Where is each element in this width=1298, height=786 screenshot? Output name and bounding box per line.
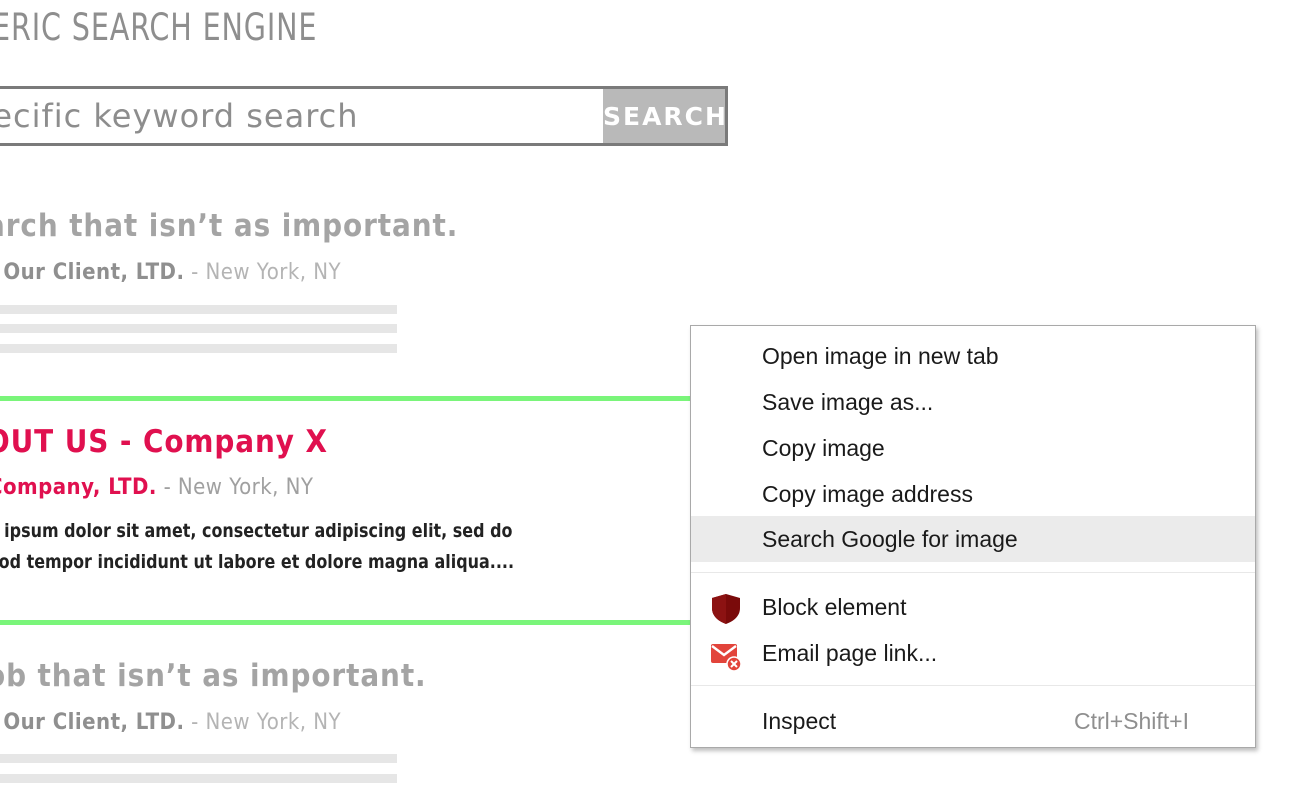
menu-item-email-page-link[interactable]: Email page link... <box>691 631 1255 677</box>
menu-item-label: Email page link... <box>762 640 938 666</box>
menu-item-label: Inspect <box>762 708 837 734</box>
menu-item-label: Open image in new tab <box>762 343 999 369</box>
search-button[interactable]: SEARCH <box>603 89 726 143</box>
featured-result-company: Company, LTD. <box>0 475 157 500</box>
placeholder-line <box>0 754 397 763</box>
menu-item-label: Search Google for image <box>762 526 1018 552</box>
featured-result-meta: Company, LTD. - New York, NY <box>0 475 313 500</box>
placeholder-line <box>0 774 397 783</box>
result-meta: ’ Our Client, LTD. - New York, NY <box>0 260 341 285</box>
featured-rule-top <box>0 396 692 401</box>
menu-item-inspect[interactable]: Inspect Ctrl+Shift+I <box>691 699 1255 745</box>
context-menu: Open image in new tab Save image as... C… <box>690 325 1256 748</box>
menu-item-label: Save image as... <box>762 389 934 415</box>
menu-item-open-image-new-tab[interactable]: Open image in new tab <box>691 334 1255 380</box>
search-box: SEARCH <box>0 86 728 146</box>
result-meta: ’ Our Client, LTD. - New York, NY <box>0 710 341 735</box>
search-input[interactable] <box>0 89 605 143</box>
menu-separator <box>691 685 1255 686</box>
result-company: ’ Our Client, LTD. <box>0 710 185 735</box>
menu-item-label: Block element <box>762 594 907 620</box>
menu-item-save-image-as[interactable]: Save image as... <box>691 380 1255 426</box>
featured-result-snippet: m ipsum dolor sit amet, consectetur adip… <box>0 516 515 578</box>
menu-item-copy-image[interactable]: Copy image <box>691 426 1255 472</box>
featured-rule-bottom <box>0 620 692 625</box>
featured-result-location: - New York, NY <box>156 475 314 500</box>
email-icon <box>709 638 743 672</box>
snippet-line: m ipsum dolor sit amet, consectetur adip… <box>0 520 513 542</box>
placeholder-line <box>0 305 397 314</box>
engine-title: ERIC SEARCH ENGINE <box>0 6 318 49</box>
menu-item-block-element[interactable]: Block element <box>691 585 1255 631</box>
menu-separator <box>691 572 1255 573</box>
menu-item-copy-image-address[interactable]: Copy image address <box>691 472 1255 518</box>
menu-item-search-google-for-image[interactable]: Search Google for image <box>691 516 1255 562</box>
menu-item-label: Copy image <box>762 435 885 461</box>
menu-item-shortcut: Ctrl+Shift+I <box>1073 708 1189 734</box>
shield-icon <box>709 592 743 626</box>
result-title-link[interactable]: arch that isn’t as important. <box>0 208 458 244</box>
placeholder-line <box>0 324 397 333</box>
result-title-link[interactable]: ob that isn’t as important. <box>0 658 427 694</box>
result-location: - New York, NY <box>184 710 342 735</box>
result-location: - New York, NY <box>184 260 342 285</box>
featured-result-title-link[interactable]: OUT US - Company X <box>0 424 328 460</box>
placeholder-line <box>0 344 397 353</box>
menu-item-label: Copy image address <box>762 481 973 507</box>
snippet-line: mod tempor incididunt ut labore et dolor… <box>0 551 515 573</box>
result-company: ’ Our Client, LTD. <box>0 260 185 285</box>
